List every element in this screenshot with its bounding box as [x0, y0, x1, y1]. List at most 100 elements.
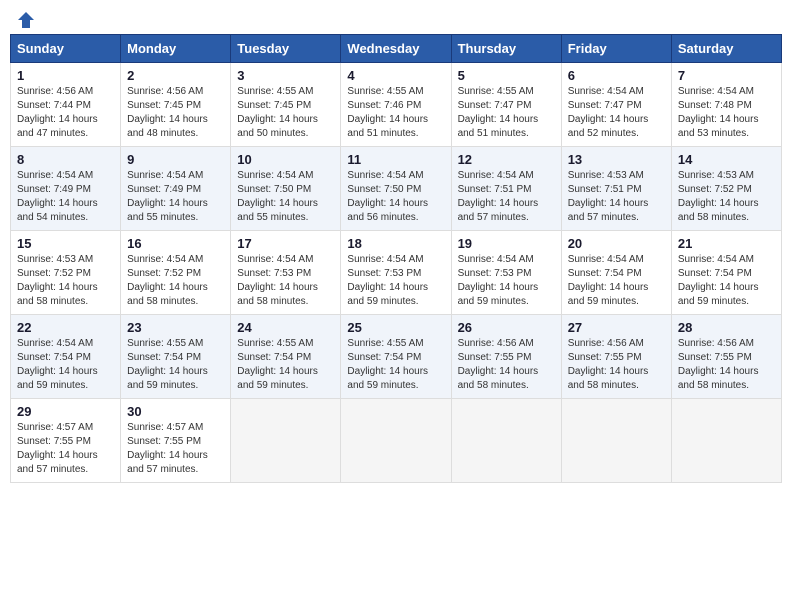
sunrise-text: Sunrise: 4:55 AM — [458, 86, 534, 97]
calendar-day-cell: 14Sunrise: 4:53 AMSunset: 7:52 PMDayligh… — [671, 147, 781, 231]
sunrise-text: Sunrise: 4:54 AM — [678, 254, 754, 265]
calendar-week-row: 8Sunrise: 4:54 AMSunset: 7:49 PMDaylight… — [11, 147, 782, 231]
daylight-text: Daylight: 14 hours and 53 minutes. — [678, 114, 759, 139]
sunrise-text: Sunrise: 4:55 AM — [347, 338, 423, 349]
calendar-day-cell: 15Sunrise: 4:53 AMSunset: 7:52 PMDayligh… — [11, 231, 121, 315]
day-info: Sunrise: 4:54 AMSunset: 7:53 PMDaylight:… — [458, 253, 555, 309]
day-info: Sunrise: 4:56 AMSunset: 7:55 PMDaylight:… — [568, 337, 665, 393]
sunset-text: Sunset: 7:53 PM — [458, 268, 532, 279]
sunset-text: Sunset: 7:47 PM — [458, 100, 532, 111]
day-number: 25 — [347, 320, 444, 335]
daylight-text: Daylight: 14 hours and 51 minutes. — [458, 114, 539, 139]
sunrise-text: Sunrise: 4:54 AM — [568, 86, 644, 97]
sunrise-text: Sunrise: 4:55 AM — [237, 338, 313, 349]
calendar-week-row: 1Sunrise: 4:56 AMSunset: 7:44 PMDaylight… — [11, 63, 782, 147]
sunset-text: Sunset: 7:51 PM — [458, 184, 532, 195]
logo — [14, 10, 36, 26]
logo-icon — [16, 10, 36, 30]
day-number: 16 — [127, 236, 224, 251]
day-number: 4 — [347, 68, 444, 83]
sunset-text: Sunset: 7:48 PM — [678, 100, 752, 111]
calendar-day-cell: 10Sunrise: 4:54 AMSunset: 7:50 PMDayligh… — [231, 147, 341, 231]
day-number: 27 — [568, 320, 665, 335]
day-number: 7 — [678, 68, 775, 83]
sunrise-text: Sunrise: 4:54 AM — [127, 254, 203, 265]
sunset-text: Sunset: 7:55 PM — [568, 352, 642, 363]
day-number: 2 — [127, 68, 224, 83]
sunset-text: Sunset: 7:53 PM — [237, 268, 311, 279]
calendar-week-row: 29Sunrise: 4:57 AMSunset: 7:55 PMDayligh… — [11, 399, 782, 483]
calendar-day-cell — [561, 399, 671, 483]
day-info: Sunrise: 4:56 AMSunset: 7:44 PMDaylight:… — [17, 85, 114, 141]
daylight-text: Daylight: 14 hours and 58 minutes. — [568, 366, 649, 391]
calendar-day-cell: 18Sunrise: 4:54 AMSunset: 7:53 PMDayligh… — [341, 231, 451, 315]
calendar-day-cell: 17Sunrise: 4:54 AMSunset: 7:53 PMDayligh… — [231, 231, 341, 315]
calendar-day-cell — [341, 399, 451, 483]
sunset-text: Sunset: 7:55 PM — [678, 352, 752, 363]
calendar-day-cell: 8Sunrise: 4:54 AMSunset: 7:49 PMDaylight… — [11, 147, 121, 231]
daylight-text: Daylight: 14 hours and 52 minutes. — [568, 114, 649, 139]
sunset-text: Sunset: 7:55 PM — [17, 436, 91, 447]
calendar-day-cell — [671, 399, 781, 483]
sunrise-text: Sunrise: 4:56 AM — [678, 338, 754, 349]
daylight-text: Daylight: 14 hours and 58 minutes. — [127, 282, 208, 307]
day-info: Sunrise: 4:57 AMSunset: 7:55 PMDaylight:… — [17, 421, 114, 477]
calendar-day-cell: 5Sunrise: 4:55 AMSunset: 7:47 PMDaylight… — [451, 63, 561, 147]
sunrise-text: Sunrise: 4:55 AM — [237, 86, 313, 97]
calendar-day-cell — [451, 399, 561, 483]
daylight-text: Daylight: 14 hours and 57 minutes. — [568, 198, 649, 223]
day-info: Sunrise: 4:55 AMSunset: 7:54 PMDaylight:… — [237, 337, 334, 393]
sunrise-text: Sunrise: 4:56 AM — [458, 338, 534, 349]
sunrise-text: Sunrise: 4:54 AM — [237, 254, 313, 265]
daylight-text: Daylight: 14 hours and 56 minutes. — [347, 198, 428, 223]
daylight-text: Daylight: 14 hours and 51 minutes. — [347, 114, 428, 139]
calendar-day-cell: 13Sunrise: 4:53 AMSunset: 7:51 PMDayligh… — [561, 147, 671, 231]
daylight-text: Daylight: 14 hours and 59 minutes. — [458, 282, 539, 307]
day-number: 6 — [568, 68, 665, 83]
day-info: Sunrise: 4:56 AMSunset: 7:45 PMDaylight:… — [127, 85, 224, 141]
daylight-text: Daylight: 14 hours and 59 minutes. — [347, 282, 428, 307]
daylight-text: Daylight: 14 hours and 59 minutes. — [678, 282, 759, 307]
daylight-text: Daylight: 14 hours and 59 minutes. — [347, 366, 428, 391]
day-number: 26 — [458, 320, 555, 335]
daylight-text: Daylight: 14 hours and 58 minutes. — [678, 366, 759, 391]
day-info: Sunrise: 4:54 AMSunset: 7:50 PMDaylight:… — [347, 169, 444, 225]
daylight-text: Daylight: 14 hours and 59 minutes. — [17, 366, 98, 391]
day-number: 21 — [678, 236, 775, 251]
calendar-day-cell: 9Sunrise: 4:54 AMSunset: 7:49 PMDaylight… — [121, 147, 231, 231]
sunset-text: Sunset: 7:54 PM — [568, 268, 642, 279]
day-info: Sunrise: 4:53 AMSunset: 7:51 PMDaylight:… — [568, 169, 665, 225]
weekday-header: Tuesday — [231, 35, 341, 63]
day-info: Sunrise: 4:55 AMSunset: 7:46 PMDaylight:… — [347, 85, 444, 141]
sunrise-text: Sunrise: 4:54 AM — [347, 254, 423, 265]
sunset-text: Sunset: 7:50 PM — [347, 184, 421, 195]
calendar-table: SundayMondayTuesdayWednesdayThursdayFrid… — [10, 34, 782, 483]
daylight-text: Daylight: 14 hours and 55 minutes. — [237, 198, 318, 223]
page-header — [10, 10, 782, 26]
weekday-header: Wednesday — [341, 35, 451, 63]
day-info: Sunrise: 4:57 AMSunset: 7:55 PMDaylight:… — [127, 421, 224, 477]
calendar-day-cell: 23 Sunrise: 4:55 AMSunset: 7:54 PMDayligh… — [121, 315, 231, 399]
weekday-header: Friday — [561, 35, 671, 63]
calendar-day-cell: 3Sunrise: 4:55 AMSunset: 7:45 PMDaylight… — [231, 63, 341, 147]
day-number: 12 — [458, 152, 555, 167]
day-number: 11 — [347, 152, 444, 167]
day-info: Sunrise: 4:53 AMSunset: 7:52 PMDaylight:… — [678, 169, 775, 225]
sunrise-text: Sunrise: 4:54 AM — [17, 338, 93, 349]
weekday-header: Saturday — [671, 35, 781, 63]
day-info: Sunrise: 4:55 AMSunset: 7:54 PMDaylight:… — [127, 337, 224, 393]
day-number: 8 — [17, 152, 114, 167]
day-info: Sunrise: 4:54 AMSunset: 7:53 PMDaylight:… — [237, 253, 334, 309]
day-number: 23 — [127, 320, 224, 335]
day-number: 15 — [17, 236, 114, 251]
day-number: 30 — [127, 404, 224, 419]
daylight-text: Daylight: 14 hours and 59 minutes. — [127, 366, 208, 391]
day-info: Sunrise: 4:54 AMSunset: 7:54 PMDaylight:… — [678, 253, 775, 309]
daylight-text: Daylight: 14 hours and 59 minutes. — [237, 366, 318, 391]
calendar-day-cell: 29Sunrise: 4:57 AMSunset: 7:55 PMDayligh… — [11, 399, 121, 483]
sunset-text: Sunset: 7:55 PM — [458, 352, 532, 363]
sunset-text: Sunset: 7:54 PM — [127, 352, 201, 363]
sunset-text: Sunset: 7:49 PM — [17, 184, 91, 195]
calendar-day-cell: 7Sunrise: 4:54 AMSunset: 7:48 PMDaylight… — [671, 63, 781, 147]
calendar-day-cell: 30 Sunrise: 4:57 AMSunset: 7:55 PMDayligh… — [121, 399, 231, 483]
